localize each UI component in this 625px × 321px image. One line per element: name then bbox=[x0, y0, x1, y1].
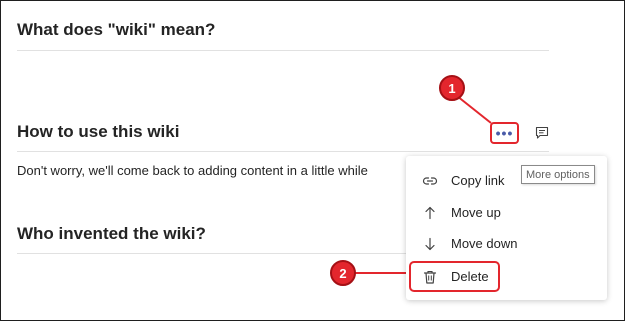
link-icon bbox=[422, 173, 438, 189]
menu-item-label: Copy link bbox=[451, 173, 505, 188]
menu-item-move-down[interactable]: Move down bbox=[406, 228, 607, 259]
menu-item-label: Move up bbox=[451, 205, 501, 220]
step-badge-2: 2 bbox=[330, 260, 356, 286]
arrow-down-icon bbox=[422, 236, 438, 252]
menu-item-label: Move down bbox=[451, 236, 518, 251]
connector-line-1 bbox=[456, 95, 492, 124]
delete-highlight-annotation bbox=[409, 261, 500, 292]
more-options-tooltip: More options bbox=[521, 165, 595, 184]
arrow-up-icon bbox=[422, 205, 438, 221]
menu-item-move-up[interactable]: Move up bbox=[406, 197, 607, 228]
step-badge-1: 1 bbox=[439, 75, 465, 101]
